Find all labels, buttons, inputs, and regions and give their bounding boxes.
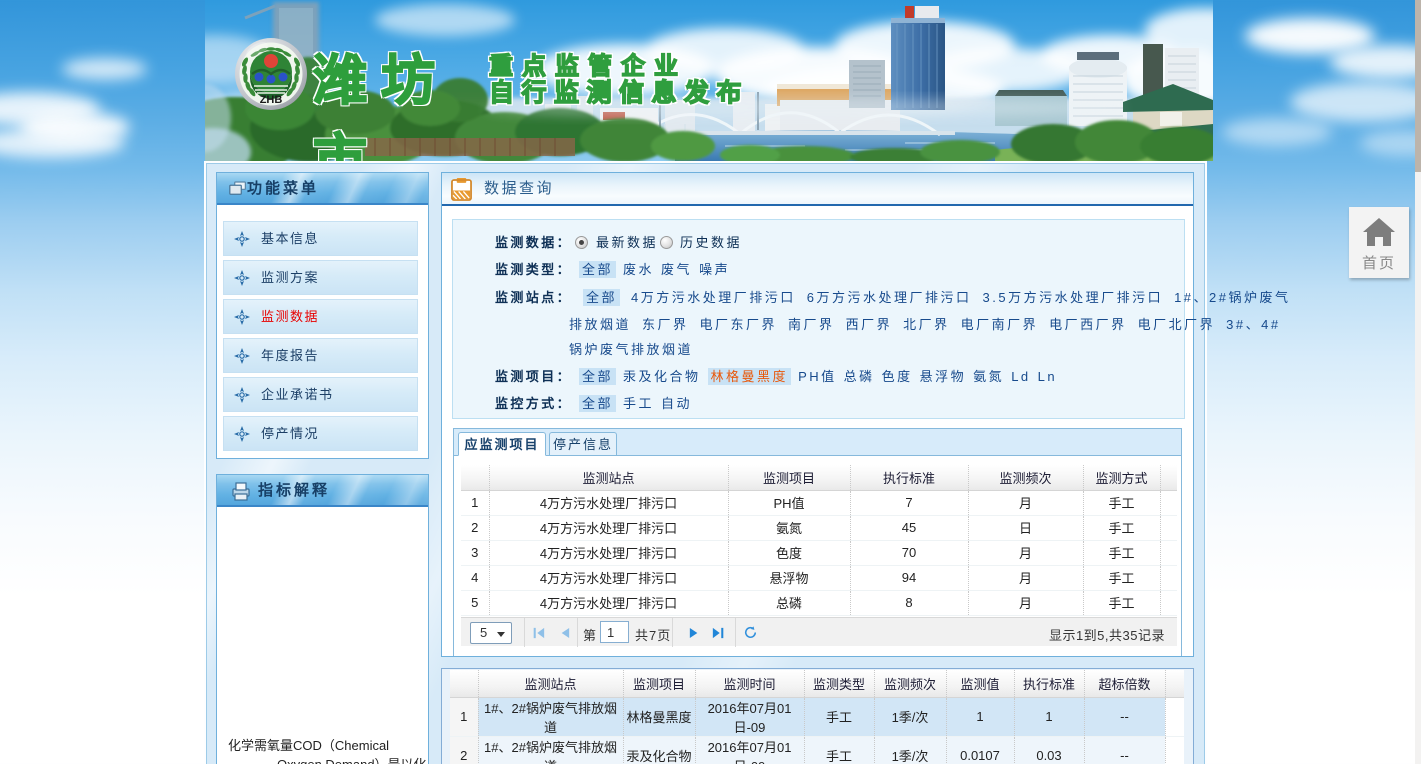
svg-text:ZHB: ZHB <box>260 94 283 106</box>
